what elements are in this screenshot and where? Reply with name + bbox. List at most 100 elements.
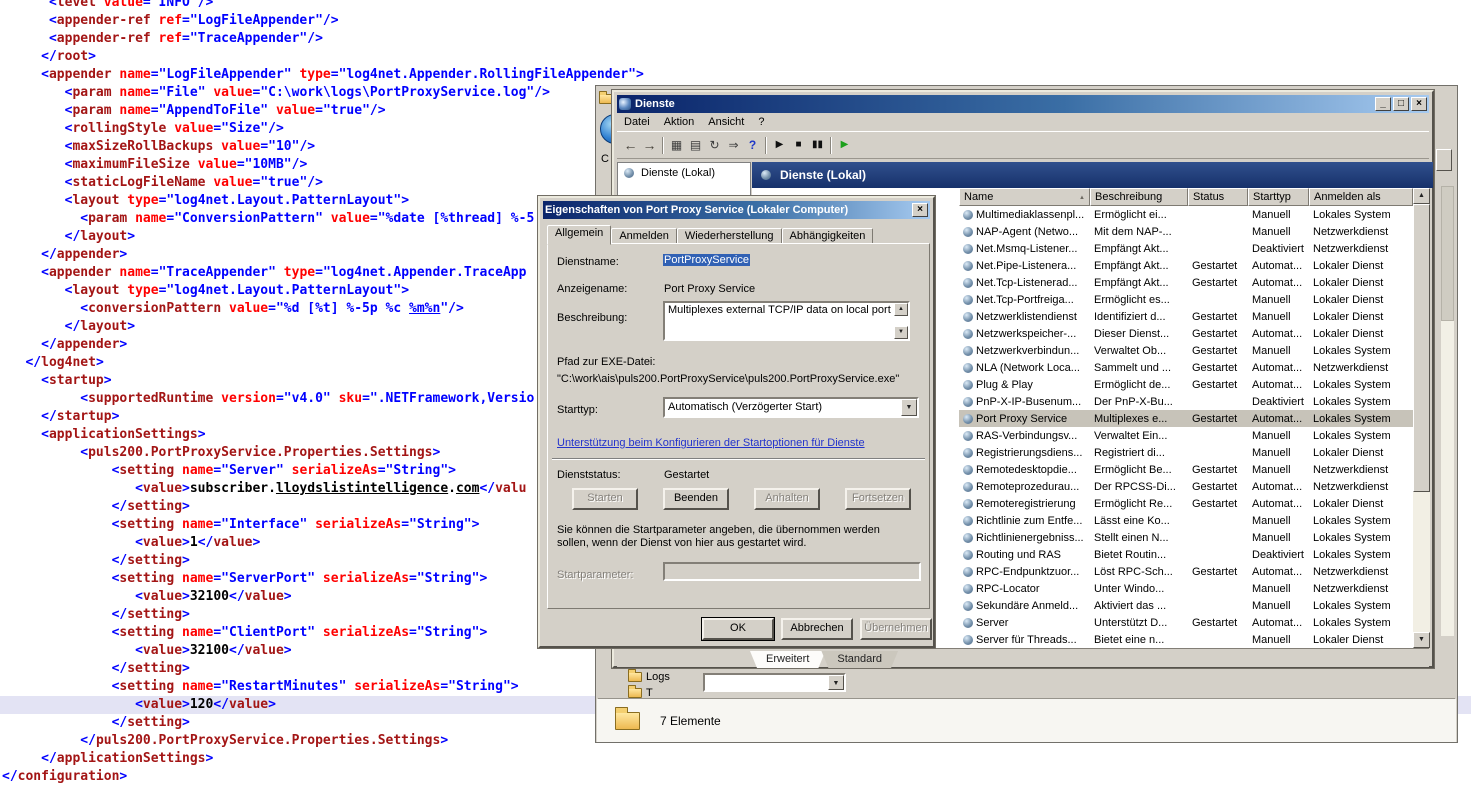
tree-item-dienste-lokal[interactable]: Dienste (Lokal) — [618, 163, 750, 179]
menu-item-aktion[interactable]: Aktion — [657, 114, 702, 130]
code-line[interactable]: </configuration> — [0, 768, 1471, 786]
service-row[interactable]: RAS-Verbindungsv...Verwaltet Ein...Manue… — [959, 427, 1413, 444]
service-row[interactable]: NetzwerklistendienstIdentifiziert d...Ge… — [959, 308, 1413, 325]
starttyp-dropdown-icon[interactable]: ▼ — [901, 399, 917, 416]
view-tab-erweitert[interactable]: Erweitert — [750, 651, 825, 668]
service-row[interactable]: Net.Pipe-Listenera...Empfängt Akt...Gest… — [959, 257, 1413, 274]
tab-anmelden[interactable]: Anmelden — [611, 228, 677, 244]
code-line[interactable]: </root> — [0, 48, 1471, 66]
service-row[interactable]: Multimediaklassenpl...Ermöglicht ei...Ma… — [959, 206, 1413, 223]
startoptions-help-link[interactable]: Unterstützung beim Konfigurieren der Sta… — [557, 437, 865, 449]
dialog-title: Eigenschaften von Port Proxy Service (Lo… — [545, 204, 848, 216]
folder-tree-item[interactable]: T — [628, 685, 698, 698]
close-button[interactable]: × — [1411, 97, 1427, 111]
restart-service-icon[interactable]: ▶ — [835, 136, 854, 154]
maximize-button[interactable]: □ — [1393, 97, 1409, 111]
service-row[interactable]: Remoteprozedurau...Der RPCSS-Di...Gestar… — [959, 478, 1413, 495]
show-console-tree-icon[interactable]: ▦ — [667, 136, 686, 154]
ok-button[interactable]: OK — [702, 618, 774, 640]
service-row[interactable]: Net.Tcp-Listenerad...Empfängt Akt...Gest… — [959, 274, 1413, 291]
services-titlebar[interactable]: Dienste _□× — [617, 95, 1429, 113]
service-row[interactable]: Plug & PlayErmöglicht de...GestartetAuto… — [959, 376, 1413, 393]
forward-icon[interactable]: → — [640, 136, 659, 154]
tab-allgemein[interactable]: Allgemein — [547, 225, 611, 245]
service-row[interactable]: Remotedesktopdie...Ermöglicht Be...Gesta… — [959, 461, 1413, 478]
service-row[interactable]: Server für Threads...Bietet eine n...Man… — [959, 631, 1413, 648]
desc-scroll-up-icon[interactable]: ▲ — [894, 303, 908, 316]
service-row[interactable]: Routing und RASBietet Routin...Deaktivie… — [959, 546, 1413, 563]
back-icon[interactable]: ← — [621, 136, 640, 154]
menu-item-hilfe[interactable]: ? — [751, 114, 771, 130]
export-list-icon[interactable]: ⇒ — [724, 136, 743, 154]
stop-button[interactable]: Beenden — [663, 488, 729, 510]
code-line[interactable]: <level value="INFO"/> — [0, 0, 1471, 12]
code-line[interactable]: <appender-ref ref="TraceAppender"/> — [0, 30, 1471, 48]
service-row[interactable]: NAP-Agent (Netwo...Mit dem NAP-...Manuel… — [959, 223, 1413, 240]
service-row[interactable]: RPC-Endpunktzuor...Löst RPC-Sch...Gestar… — [959, 563, 1413, 580]
service-gear-icon — [963, 380, 973, 390]
service-row[interactable]: Richtlinie zum Entfe...Lässt eine Ko...M… — [959, 512, 1413, 529]
service-row[interactable]: RPC-LocatorUnter Windo...ManuellNetzwerk… — [959, 580, 1413, 597]
desc-scroll-down-icon[interactable]: ▼ — [894, 326, 908, 339]
refresh-icon[interactable]: ↻ — [705, 136, 724, 154]
code-line[interactable]: <appender name="LogFileAppender" type="l… — [0, 66, 1471, 84]
explorer-scroll-thumb[interactable] — [1441, 186, 1454, 321]
tab-wiederherstellung[interactable]: Wiederherstellung — [677, 228, 782, 244]
menu-item-ansicht[interactable]: Ansicht — [701, 114, 751, 130]
start-button[interactable]: Starten — [572, 488, 638, 510]
cell-name: Net.Msmq-Listener... — [959, 240, 1090, 257]
service-row[interactable]: Registrierungsdiens...Registriert di...M… — [959, 444, 1413, 461]
starttyp-combobox[interactable]: Automatisch (Verzögerter Start) ▼ — [663, 397, 919, 418]
cell-name: Net.Tcp-Portfreiga... — [959, 291, 1090, 308]
pause-service-icon[interactable]: ▮▮ — [808, 136, 827, 154]
code-line[interactable]: </applicationSettings> — [0, 750, 1471, 768]
service-row[interactable]: Net.Tcp-Portfreiga...Ermöglicht es...Man… — [959, 291, 1413, 308]
service-row[interactable]: Sekundäre Anmeld...Aktiviert das ...Manu… — [959, 597, 1413, 614]
column-header-name[interactable]: Name▲ — [959, 188, 1090, 206]
dialog-titlebar[interactable]: Eigenschaften von Port Proxy Service (Lo… — [543, 201, 930, 219]
scroll-thumb[interactable] — [1413, 204, 1430, 492]
column-header-status[interactable]: Status — [1188, 188, 1248, 206]
minimize-button[interactable]: _ — [1375, 97, 1391, 111]
scroll-down-icon[interactable]: ▼ — [1413, 632, 1430, 648]
menu-item-datei[interactable]: Datei — [617, 114, 657, 130]
help-icon[interactable]: ? — [743, 136, 762, 154]
properties-icon[interactable]: ▤ — [686, 136, 705, 154]
view-tab-standard[interactable]: Standard — [821, 651, 898, 668]
dienstname-value[interactable]: PortProxyService — [663, 254, 750, 266]
column-header-beschreibung[interactable]: Beschreibung — [1090, 188, 1188, 206]
cancel-button[interactable]: Abbrechen — [781, 618, 853, 640]
dialog-close-button[interactable]: × — [912, 203, 928, 217]
service-gear-icon — [963, 499, 973, 509]
service-row[interactable]: Netzwerkverbindun...Verwaltet Ob...Gesta… — [959, 342, 1413, 359]
combobox-dropdown-icon[interactable]: ▼ — [828, 675, 844, 690]
toolbar-separator — [830, 137, 832, 154]
resume-button[interactable]: Fortsetzen — [845, 488, 911, 510]
beschreibung-textbox[interactable]: Multiplexes external TCP/IP data on loca… — [663, 301, 910, 341]
list-scrollbar[interactable]: ▲ ▼ — [1413, 188, 1430, 648]
explorer-toolbar-fragment — [1436, 149, 1452, 171]
service-row[interactable]: Net.Msmq-Listener...Empfängt Akt...Deakt… — [959, 240, 1413, 257]
column-header-starttyp[interactable]: Starttyp — [1248, 188, 1309, 206]
service-row[interactable]: Port Proxy ServiceMultiplexes e...Gestar… — [959, 410, 1413, 427]
folder-icon — [628, 672, 642, 682]
startparameter-input[interactable] — [663, 562, 921, 581]
column-header-anmeldenals[interactable]: Anmelden als — [1309, 188, 1413, 206]
folder-tree-item[interactable]: Logs — [628, 669, 698, 685]
scroll-up-icon[interactable]: ▲ — [1413, 188, 1430, 204]
service-row[interactable]: RemoteregistrierungErmöglicht Re...Gesta… — [959, 495, 1413, 512]
tab-abhngigkeiten[interactable]: Abhängigkeiten — [782, 228, 874, 244]
apply-button[interactable]: Übernehmen — [860, 618, 932, 640]
pause-button[interactable]: Anhalten — [754, 488, 820, 510]
stop-service-icon[interactable]: ■ — [789, 136, 808, 154]
explorer-combobox[interactable]: ▼ — [703, 673, 846, 692]
code-line[interactable]: <appender-ref ref="LogFileAppender"/> — [0, 12, 1471, 30]
service-row[interactable]: Netzwerkspeicher-...Dieser Dienst...Gest… — [959, 325, 1413, 342]
start-service-icon[interactable]: ▶ — [770, 136, 789, 154]
service-row[interactable]: NLA (Network Loca...Sammelt und ...Gesta… — [959, 359, 1413, 376]
explorer-scrollbar[interactable] — [1441, 186, 1454, 636]
service-row[interactable]: PnP-X-IP-Busenum...Der PnP-X-Bu...Deakti… — [959, 393, 1413, 410]
service-row[interactable]: Richtlinienergebniss...Stellt einen N...… — [959, 529, 1413, 546]
cell-starttyp: Deaktiviert — [1248, 240, 1309, 257]
service-row[interactable]: ServerUnterstützt D...GestartetAutomat..… — [959, 614, 1413, 631]
